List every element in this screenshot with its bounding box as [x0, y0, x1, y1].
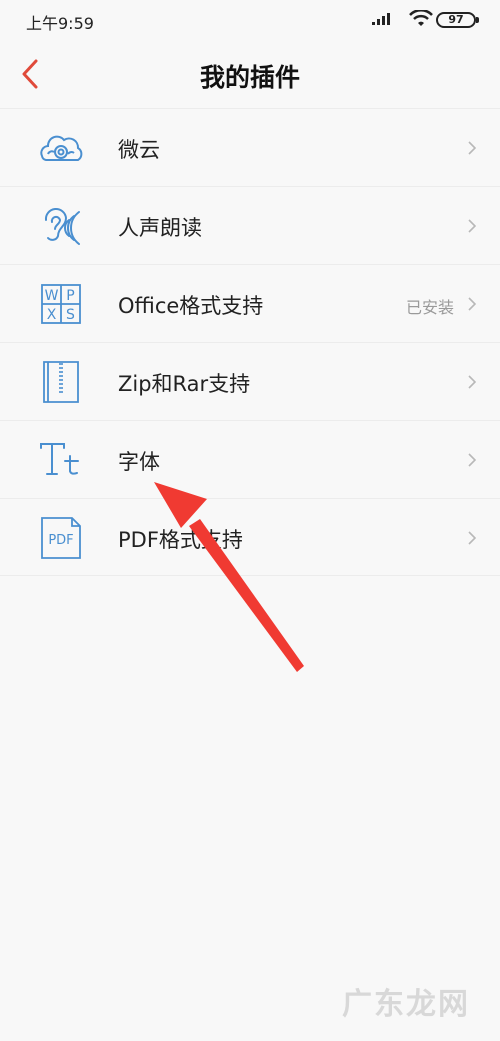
- office-icon: W P X S: [41, 284, 81, 324]
- item-label: 人声朗读: [118, 216, 202, 240]
- signal-icon: [372, 13, 390, 25]
- list-item-office-support[interactable]: W P X S Office格式支持 已安装: [0, 264, 500, 342]
- plugin-list: 微云 人声朗读 W P X S Office格式支持 已安装 Zip和Rar支持…: [0, 108, 500, 576]
- zip-icon: [43, 361, 79, 403]
- list-item-zip-rar-support[interactable]: Zip和Rar支持: [0, 342, 500, 420]
- office-icon-letter: P: [66, 288, 74, 304]
- item-label: Office格式支持: [118, 294, 264, 318]
- item-label: 微云: [118, 138, 160, 162]
- chevron-right-icon: [468, 219, 477, 233]
- office-icon-letter: W: [45, 288, 59, 304]
- office-icon-letter: X: [47, 307, 57, 323]
- chevron-right-icon: [468, 453, 477, 467]
- cloud-icon: [40, 135, 83, 161]
- chevron-right-icon: [468, 375, 477, 389]
- ear-icon: [44, 208, 80, 245]
- item-label: 字体: [118, 450, 160, 474]
- watermark: 广东龙网: [342, 987, 470, 1022]
- office-icon-letter: S: [66, 307, 75, 323]
- pdf-icon-text: PDF: [48, 533, 73, 548]
- item-label: PDF格式支持: [118, 528, 243, 552]
- list-item-fonts[interactable]: 字体: [0, 420, 500, 498]
- status-bar: 上午9:59 97: [0, 0, 500, 42]
- battery-icon: 97: [436, 12, 479, 28]
- list-item-voice-reading[interactable]: 人声朗读: [0, 186, 500, 264]
- chevron-right-icon: [468, 297, 477, 311]
- chevron-right-icon: [468, 531, 477, 545]
- font-icon: [40, 443, 79, 475]
- chevron-right-icon: [468, 141, 477, 155]
- installed-status: 已安装: [405, 298, 454, 317]
- wifi-icon: [409, 10, 433, 26]
- page-title: 我的插件: [199, 63, 300, 92]
- status-time: 上午9:59: [26, 14, 94, 33]
- list-item-pdf-support[interactable]: PDF PDF格式支持: [0, 498, 500, 576]
- item-label: Zip和Rar支持: [118, 372, 251, 396]
- list-item-weiyun[interactable]: 微云: [0, 108, 500, 186]
- header: 我的插件: [0, 42, 500, 108]
- pdf-icon: PDF: [41, 517, 81, 559]
